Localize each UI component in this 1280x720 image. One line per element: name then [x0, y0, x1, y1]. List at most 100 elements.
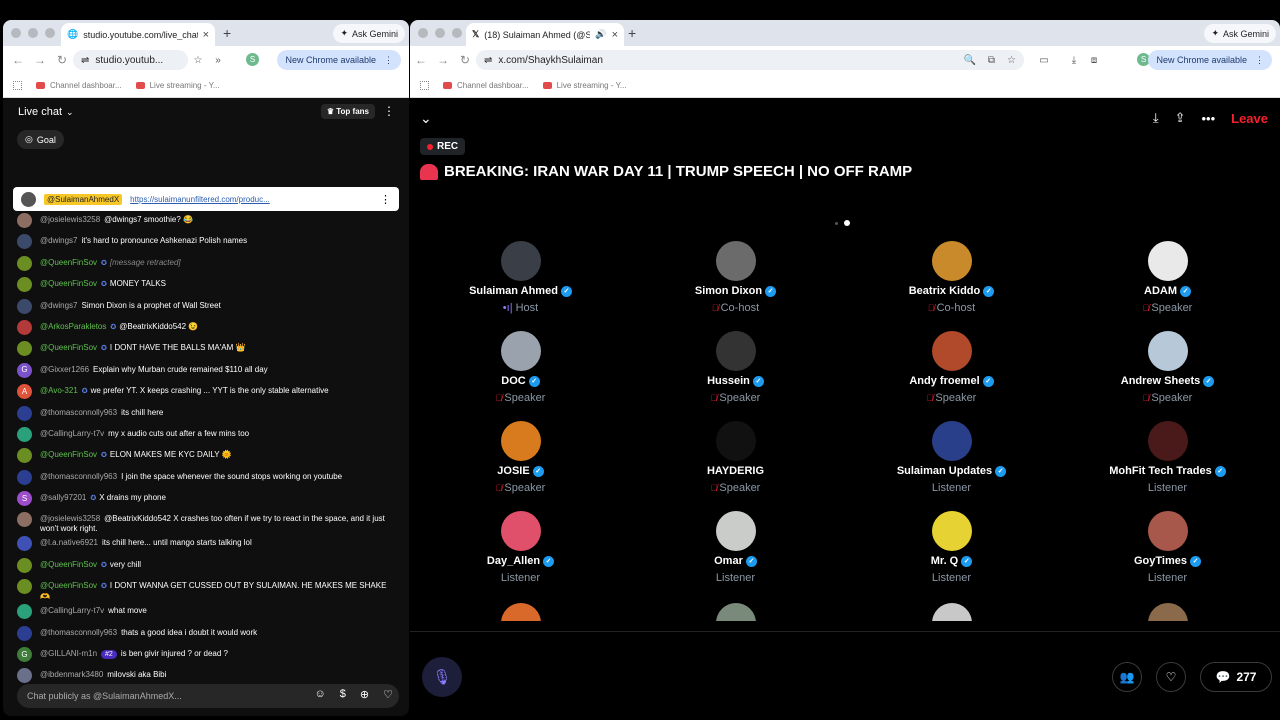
chat-username[interactable]: @CallingLarry-t7v — [40, 429, 104, 438]
participant-card[interactable]: JOSIE ✓ 🎙̸ Speaker — [413, 421, 628, 494]
participant-avatar[interactable] — [931, 241, 972, 281]
avatar[interactable] — [17, 319, 32, 335]
minimize-dock-icon[interactable]: ⤓ — [1153, 110, 1159, 126]
avatar[interactable] — [17, 426, 32, 442]
participant-avatar[interactable] — [500, 241, 541, 281]
chat-message[interactable]: @ArkosParakletos ✪ @BeatrixKiddo542 😉 — [3, 318, 409, 339]
avatar[interactable] — [17, 668, 32, 684]
participant-avatar[interactable] — [716, 603, 756, 621]
chat-message[interactable]: @CallingLarry-t7v my x audio cuts out aft… — [3, 425, 409, 446]
pinned-message[interactable]: @SulaimanAhmedX https://sulaimanunfilter… — [13, 187, 399, 211]
avatar[interactable]: G — [17, 647, 32, 663]
people-button[interactable]: 👥 — [1112, 662, 1142, 692]
chat-username[interactable]: @josielewis3258 — [40, 514, 100, 523]
avatar[interactable] — [17, 341, 32, 357]
minimize-window-button[interactable] — [435, 28, 445, 38]
chat-username[interactable]: @thomasconnolly963 — [40, 628, 117, 637]
collapse-chevron-icon[interactable]: ⌄ — [420, 110, 432, 127]
site-settings-icon[interactable]: ⇌ — [81, 55, 89, 66]
chat-message[interactable]: @QueenFinSov ✪ [message retracted] — [3, 254, 409, 275]
bookmark-star-icon[interactable]: ☆ — [1007, 55, 1016, 66]
menu-icon[interactable]: ⋮ — [384, 55, 393, 66]
chat-title[interactable]: Live chat — [18, 106, 62, 118]
chat-username[interactable]: @ArkosParakletos — [40, 322, 106, 331]
address-bar[interactable]: ⇌ x.com/ShaykhSulaiman 🔍 ⧉ ☆ — [476, 50, 1024, 70]
chat-username[interactable]: @Gixxer1266 — [40, 365, 89, 374]
chat-username[interactable]: @dwings7 — [40, 301, 77, 310]
close-tab-icon[interactable]: × — [612, 29, 618, 41]
avatar[interactable]: A — [17, 384, 32, 400]
avatar[interactable] — [17, 557, 32, 573]
avatar[interactable]: S — [17, 491, 32, 507]
avatar[interactable] — [17, 234, 32, 250]
participant-avatar[interactable] — [1147, 421, 1188, 461]
maximize-window-button[interactable] — [45, 28, 55, 38]
new-chrome-button[interactable]: New Chrome available ⋮ — [277, 50, 401, 70]
participant-card[interactable]: Omar ✓ Listener — [628, 511, 843, 584]
chat-username[interactable]: @CallingLarry-t7v — [40, 606, 104, 615]
maximize-window-button[interactable] — [452, 28, 462, 38]
participant-card[interactable]: GoyTimes ✓ Listener — [1060, 511, 1275, 584]
new-tab-button[interactable]: + — [223, 25, 231, 41]
bookmark-live-streaming[interactable]: Live streaming - Y... — [135, 81, 220, 90]
avatar[interactable]: G — [17, 362, 32, 378]
chat-message[interactable]: @QueenFinSov ✪ ELON MAKES ME KYC DAILY 🌞 — [3, 446, 409, 467]
participant-avatar[interactable] — [931, 421, 972, 461]
react-button[interactable]: ♡ — [1156, 662, 1186, 692]
site-settings-icon[interactable]: ⇌ — [484, 55, 492, 66]
page-dot[interactable] — [835, 221, 838, 225]
chat-message[interactable]: G @GILLANI-m1n #2 is ben givir injured ? or… — [3, 645, 409, 666]
chat-username[interactable]: @thomasconnolly963 — [40, 472, 117, 481]
avatar[interactable] — [17, 579, 32, 595]
download-icon[interactable]: ⤓ — [1064, 55, 1084, 66]
chat-username[interactable]: @QueenFinSov — [40, 581, 97, 590]
window-controls[interactable] — [11, 28, 55, 38]
add-icon[interactable]: ⊕ — [360, 688, 369, 701]
avatar[interactable] — [17, 213, 32, 228]
avatar[interactable] — [17, 255, 32, 271]
chat-username[interactable]: @QueenFinSov — [40, 258, 97, 267]
avatar[interactable] — [17, 277, 32, 293]
minimize-window-button[interactable] — [28, 28, 38, 38]
chat-username[interactable]: @QueenFinSov — [40, 279, 97, 288]
participant-card[interactable]: Andrew Sheets ✓ 🎙̸ Speaker — [1060, 331, 1275, 404]
avatar[interactable] — [17, 512, 32, 528]
close-window-button[interactable] — [11, 28, 21, 38]
avatar[interactable] — [17, 298, 32, 314]
participant-avatar[interactable] — [1147, 241, 1188, 281]
more-options-icon[interactable]: ⋮ — [380, 193, 391, 206]
ask-gemini-button[interactable]: ✦ Ask Gemini — [333, 24, 405, 43]
emoji-icon[interactable]: ☺ — [315, 688, 326, 701]
goal-chip[interactable]: ◎ Goal — [17, 130, 64, 149]
chat-username[interactable]: @ibdenmark3480 — [40, 670, 103, 679]
participant-card[interactable]: Sulaiman Ahmed ✓ •ı| Host — [413, 241, 628, 314]
participant-avatar[interactable] — [1148, 603, 1188, 621]
tab-x-space[interactable]: 𝕏 (18) Sulaiman Ahmed (@S... 🔊 × — [466, 23, 624, 46]
chat-message[interactable]: @QueenFinSov ✪ I DONT HAVE THE BALLS MA'AM… — [3, 339, 409, 360]
apps-grid-icon[interactable] — [420, 81, 429, 90]
chat-message[interactable]: @thomasconnolly963 I join the space whene… — [3, 468, 409, 489]
participant-avatar[interactable] — [932, 603, 972, 621]
heart-icon[interactable]: ♡ — [383, 688, 393, 701]
microphone-button[interactable]: 🎙 — [422, 657, 462, 697]
avatar[interactable] — [17, 405, 32, 421]
avatar[interactable] — [17, 469, 32, 485]
bookmark-channel-dashboard[interactable]: Channel dashboar... — [443, 81, 529, 90]
chat-message[interactable]: @thomasconnolly963 its chill here — [3, 404, 409, 425]
participant-card[interactable]: ADAM ✓ 🎙̸ Speaker — [1060, 241, 1275, 314]
participant-card[interactable]: Beatrix Kiddo ✓ 🎙̸ Co-host — [844, 241, 1059, 314]
page-indicator[interactable] — [835, 220, 850, 226]
participant-avatar[interactable] — [1147, 511, 1188, 551]
back-icon[interactable]: ← — [7, 53, 29, 67]
participant-card[interactable]: Sulaiman Updates ✓ Listener — [844, 421, 1059, 494]
chat-username[interactable]: @GILLANI-m1n — [40, 649, 97, 658]
speaker-icon[interactable]: 🔊 — [595, 29, 606, 40]
overflow-chevron-icon[interactable]: » — [208, 55, 228, 66]
super-chat-icon[interactable]: $ — [340, 688, 346, 701]
participant-avatar[interactable] — [500, 421, 541, 461]
tab-live-chat[interactable]: 🌐 studio.youtube.com/live_chat × — [61, 23, 215, 46]
page-dot-active[interactable] — [844, 220, 850, 226]
ask-gemini-button[interactable]: ✦ Ask Gemini — [1204, 24, 1276, 43]
chat-username[interactable]: @QueenFinSov — [40, 343, 97, 352]
leave-button[interactable]: Leave — [1231, 111, 1268, 126]
